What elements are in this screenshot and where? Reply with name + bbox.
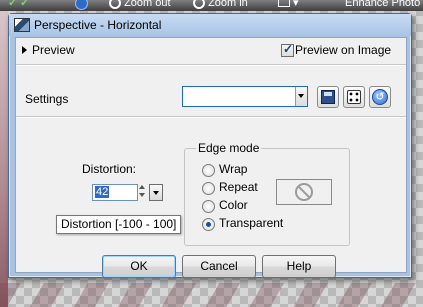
chevron-down-icon (153, 191, 159, 195)
reset-icon: ↺ (372, 89, 388, 105)
radio-color-label[interactable]: Color (219, 198, 248, 212)
ok-button[interactable]: OK (102, 255, 176, 278)
enhance-photo-label: Enhance Photo (345, 0, 421, 9)
dialog-title: Perspective - Horizontal (34, 18, 162, 32)
settings-label: Settings (25, 92, 69, 106)
save-preset-icon (321, 90, 335, 104)
zoom-out-button[interactable]: Zoom out (109, 0, 171, 9)
toolbar-check-icon[interactable]: ✓ (8, 0, 17, 9)
radio-repeat-label[interactable]: Repeat (219, 180, 258, 194)
settings-preset-select[interactable] (182, 86, 308, 107)
divider (16, 64, 406, 66)
info-icon[interactable] (75, 0, 88, 10)
spin-up-icon[interactable] (139, 185, 145, 189)
canvas-image-bottom (0, 283, 423, 307)
zoom-in-icon (193, 0, 205, 9)
view-options-button[interactable]: ▾ (278, 0, 299, 9)
preview-on-image-checkbox[interactable]: ✓ (281, 42, 294, 57)
canvas-image-strip (0, 11, 8, 307)
chevron-down-icon (298, 94, 304, 98)
zoom-in-button[interactable]: Zoom in (193, 0, 248, 9)
divider (16, 116, 406, 118)
spin-down-icon[interactable] (139, 193, 145, 197)
cancel-button[interactable]: Cancel (182, 255, 256, 278)
no-color-icon (295, 183, 313, 201)
preview-toggle[interactable]: Preview (32, 43, 75, 57)
distortion-value: 42 (95, 186, 110, 198)
app-toolbar: ✓ ✓ Zoom out Zoom in ▾ Enhance Photo ▾ (0, 0, 423, 11)
preview-on-image-label[interactable]: Preview on Image (295, 43, 391, 57)
radio-wrap[interactable] (202, 164, 215, 177)
check-icon: ✓ (283, 42, 294, 56)
preview-expand-icon[interactable] (22, 46, 27, 54)
zoom-out-label: Zoom out (124, 0, 171, 9)
radio-transparent-label[interactable]: Transparent (219, 216, 283, 230)
radio-wrap-label[interactable]: Wrap (219, 162, 247, 176)
randomize-icon (347, 90, 361, 104)
distortion-tooltip: Distortion [-100 - 100] (56, 215, 182, 234)
edge-color-swatch[interactable] (276, 179, 332, 205)
randomize-button[interactable] (343, 86, 365, 108)
app-icon (14, 18, 30, 32)
enhance-photo-button[interactable]: Enhance Photo ▾ (345, 0, 423, 9)
distortion-label: Distortion: (82, 162, 137, 176)
save-preset-button[interactable] (317, 86, 339, 108)
reset-button[interactable]: ↺ (369, 86, 391, 108)
toolbar-check2-icon[interactable]: ✓ (20, 0, 29, 9)
radio-repeat[interactable] (202, 182, 215, 195)
zoom-out-icon (109, 0, 121, 9)
help-button[interactable]: Help (262, 255, 336, 278)
view-options-icon (278, 0, 290, 7)
settings-dropdown-button[interactable] (295, 87, 307, 106)
zoom-in-label: Zoom in (208, 0, 248, 9)
radio-color[interactable] (202, 200, 215, 213)
distortion-input[interactable]: 42 (92, 184, 138, 201)
dialog-client-area: Preview ✓ Preview on Image Settings ↺ Di… (15, 37, 407, 278)
distortion-slider-button[interactable] (149, 184, 163, 201)
distortion-spinner[interactable] (137, 184, 147, 199)
dialog-title-bar[interactable]: Perspective - Horizontal (9, 14, 411, 36)
perspective-dialog: Perspective - Horizontal Preview ✓ Previ… (8, 13, 412, 278)
radio-transparent[interactable] (202, 218, 215, 231)
edge-mode-legend: Edge mode (196, 141, 262, 155)
